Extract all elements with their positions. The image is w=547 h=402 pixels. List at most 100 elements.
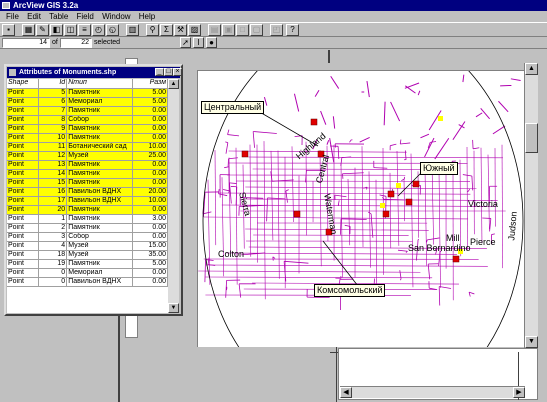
scroll-thumb[interactable] [525,123,538,153]
find-icon[interactable]: ⚲ [146,24,159,36]
table-row[interactable]: Point 10 Памятник 0.00 [7,133,168,143]
table-row[interactable]: Point 19 Памятник 5.00 [7,259,168,269]
menu-file[interactable]: File [6,11,19,22]
table-scroll-up-icon[interactable]: ▲ [168,79,179,89]
monument-marker[interactable] [412,180,420,188]
monument-marker[interactable] [387,190,395,198]
attribute-table[interactable]: Shape Id Nтип Pазм Point 5 Памятник 5.00 Poi… [7,79,168,313]
select-none-icon[interactable]: □ [236,24,249,36]
edit-field-icon[interactable]: ✎ [36,24,49,36]
open-icon[interactable]: ◧ [50,24,63,36]
table-row[interactable]: Point 7 Памятник 0.00 [7,106,168,116]
table-row[interactable]: Point 0 Мемориал 0.00 [7,268,168,278]
map-horizontal-scrollbar[interactable]: ◀ ▶ [340,386,525,398]
menu-edit[interactable]: Edit [27,11,41,22]
monument-marker[interactable] [241,150,249,158]
table-scroll-down-icon[interactable]: ▼ [168,303,179,313]
info-tool-icon[interactable]: ● [206,37,217,48]
label-mill: Mill [446,233,460,243]
column-header-size[interactable]: Pазм [132,79,168,89]
menu-table[interactable]: Table [49,11,68,22]
total-count: 22 [60,38,92,48]
sort-icon[interactable]: ≡ [78,24,91,36]
statistics-icon[interactable]: ▨ [188,24,201,36]
pointer-tool-icon[interactable]: ➚ [180,37,191,48]
scroll-right-icon[interactable]: ▶ [513,387,525,398]
monument-marker[interactable] [382,210,390,218]
table-row[interactable]: Point 17 Павильон ВДНХ 10.00 [7,196,168,206]
scroll-down-icon[interactable]: ▼ [525,336,538,348]
road [404,82,420,89]
hammer-icon[interactable]: ⚒ [174,24,187,36]
cell-shape: Point [7,277,40,287]
road [285,189,289,192]
table-row[interactable]: Point 0 Павильон ВДНХ 0.00 [7,277,168,287]
table-row[interactable]: Point 6 Мемориал 5.00 [7,97,168,107]
table-row[interactable]: Point 12 Музей 25.00 [7,151,168,161]
column-header-id[interactable]: Id [38,79,68,89]
table-scrollbar[interactable]: ▲ ▼ [168,79,179,313]
road [467,189,470,193]
table-row[interactable]: Point 2 Памятник 0.00 [7,223,168,233]
zoom-selected-icon[interactable]: ◰ [270,24,283,36]
road [229,182,237,184]
scroll-up-icon[interactable]: ▲ [525,63,538,75]
scroll-left-icon[interactable]: ◀ [340,387,352,398]
table-row[interactable]: Point 16 Павильон ВДНХ 20.00 [7,187,168,197]
column-header-shape[interactable]: Shape [7,79,40,89]
close-icon[interactable]: × [173,68,182,76]
join-icon[interactable]: ◫ [64,24,77,36]
query-icon[interactable]: ◴ [92,24,105,36]
table-row[interactable]: Point 8 Собор 0.00 [7,115,168,125]
attributes-table-window[interactable]: Attributes of Monuments.shp _ □ × Shape … [4,64,183,316]
table-row[interactable]: Point 3 Собор 0.00 [7,232,168,242]
menu-window[interactable]: Window [102,11,130,22]
menu-field[interactable]: Field [77,11,94,22]
road [225,141,228,144]
cell-id: 17 [38,196,68,206]
cell-size: 25.00 [132,151,168,161]
table-row[interactable]: Point 13 Памятник 0.00 [7,160,168,170]
cell-type: Памятник [66,106,134,116]
table-row[interactable]: Point 11 Ботанический сад 10.00 [7,142,168,152]
road [368,171,371,268]
road [314,89,320,97]
cell-type: Музей [66,250,134,260]
highlight-marker [396,183,401,188]
table-row[interactable]: Point 20 Памятник 0.00 [7,205,168,215]
help-pointer-icon[interactable]: ? [286,24,299,36]
road [342,172,364,175]
table-row[interactable]: Point 15 Памятник 0.00 [7,178,168,188]
map-vertical-scrollbar[interactable]: ▲ ▼ [524,63,538,348]
text-tool-icon[interactable]: I [193,37,204,48]
table-row[interactable]: Point 18 Музей 35.00 [7,250,168,260]
table-icon[interactable]: ▦ [22,24,35,36]
chart-icon[interactable]: ▥ [126,24,139,36]
select-all-icon[interactable]: ▣ [222,24,235,36]
switch-selection-icon[interactable]: ▢ [250,24,263,36]
minimize-icon[interactable]: _ [155,68,164,76]
monument-marker[interactable] [405,198,413,206]
monument-marker[interactable] [293,210,301,218]
column-header-type[interactable]: Nтип [66,79,134,89]
monument-marker[interactable] [452,255,460,263]
attribute-grid[interactable]: Shape Id Nтип Pазм Point 5 Памятник 5.00 Poi… [7,79,168,287]
table-row[interactable]: Point 5 Памятник 5.00 [7,88,168,98]
cell-id: 4 [38,241,68,251]
monument-marker[interactable] [310,118,318,126]
calculate-icon[interactable]: ◵ [106,24,119,36]
road [396,150,400,246]
map-view[interactable]: Центральный Южный Комсомольский San Bern… [197,70,524,347]
table-row[interactable]: Point 1 Памятник 3.00 [7,214,168,224]
menu-help[interactable]: Help [139,11,155,22]
maximize-icon[interactable]: □ [164,68,173,76]
road [245,186,477,190]
table-row[interactable]: Point 9 Памятник 0.00 [7,124,168,134]
save-icon[interactable]: ▪ [2,24,15,36]
summarize-icon[interactable]: Σ [160,24,173,36]
road [489,218,492,232]
callout-south: Южный [420,162,458,175]
table-row[interactable]: Point 4 Музей 15.00 [7,241,168,251]
promote-icon[interactable]: ▤ [208,24,221,36]
table-row[interactable]: Point 14 Памятник 0.00 [7,169,168,179]
